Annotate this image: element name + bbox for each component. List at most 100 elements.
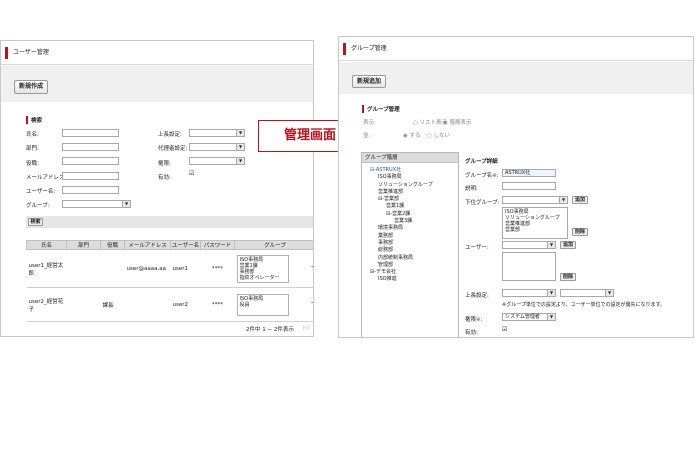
group-name-input[interactable]: ASTRUX社 xyxy=(502,169,556,177)
tree-node[interactable]: 内部統制事務局 xyxy=(362,255,458,262)
user-table: 氏名 部門 役職 メールアドレス ユーザー名 パスワード グループ user1_… xyxy=(26,240,313,322)
cell-name[interactable]: user2_経営花子 xyxy=(26,287,67,322)
username-label: ユーザー名: xyxy=(26,189,56,195)
table-row[interactable]: user2_経営花子 課長 user2 **** ISO事務局 役員 → xyxy=(26,287,313,322)
col-password[interactable]: パスワード xyxy=(200,240,235,250)
group-name-label: グループ名※: xyxy=(465,173,499,179)
tree-node[interactable]: ⊟-営業部 xyxy=(362,196,458,203)
authority-select[interactable]: システム管理者 xyxy=(502,313,556,321)
tree-node[interactable]: 営業3課 xyxy=(362,218,458,225)
sort-yes-radio[interactable]: ◉ する xyxy=(403,131,421,139)
pager-first-icon[interactable]: |◁ xyxy=(303,325,309,331)
sort-no-radio[interactable]: ○ しない xyxy=(427,131,450,139)
sub-group-delete-button[interactable]: 削除 xyxy=(572,228,588,236)
cell-name[interactable]: user1_経営太郎 xyxy=(26,249,67,288)
description-input[interactable] xyxy=(502,182,556,190)
users-delete-button[interactable]: 削除 xyxy=(560,273,576,281)
users-label: ユーザー: xyxy=(465,245,489,251)
valid-label: 有効: xyxy=(465,330,478,336)
row-arrow-icon[interactable]: → xyxy=(311,300,313,306)
cell-department xyxy=(66,249,101,288)
email-input[interactable] xyxy=(62,172,119,180)
group-section-title: グループ管理 xyxy=(362,105,400,113)
tree-node[interactable]: ISO推進 xyxy=(362,276,458,283)
new-add-button[interactable]: 新規追加 xyxy=(352,75,386,88)
row-arrow-icon[interactable]: → xyxy=(311,264,313,270)
superior-select-1[interactable] xyxy=(502,289,556,297)
department-input[interactable] xyxy=(62,143,119,151)
valid-checkbox[interactable]: ☑ xyxy=(189,170,194,177)
position-input[interactable] xyxy=(62,157,119,165)
search-section-title: 検索 xyxy=(26,116,42,124)
tree-node[interactable]: 業務部 xyxy=(362,233,458,240)
tree-node[interactable]: ISO事務局 xyxy=(362,174,458,181)
col-department[interactable]: 部門 xyxy=(66,240,101,250)
authority-label: 権限: xyxy=(158,161,171,167)
tree-node[interactable]: 営業推進部 xyxy=(362,189,458,196)
users-add-button[interactable]: 追加 xyxy=(560,241,576,249)
valid-label: 有効: xyxy=(158,175,171,181)
name-input[interactable] xyxy=(62,129,119,137)
detail-section-title: グループ詳細 xyxy=(465,159,498,165)
department-label: 部門: xyxy=(26,146,39,152)
tree-node[interactable]: ⊟-デモ会社 xyxy=(362,269,458,276)
col-name[interactable]: 氏名 xyxy=(26,240,67,250)
cell-position xyxy=(100,249,125,288)
email-label: メールアドレス: xyxy=(26,175,67,181)
users-list[interactable] xyxy=(502,252,556,281)
superior-select[interactable] xyxy=(189,129,245,137)
description-label: 説明: xyxy=(465,186,478,192)
page-title: グループ管理 xyxy=(339,37,693,61)
col-username[interactable]: ユーザー名 xyxy=(170,240,201,250)
username-input[interactable] xyxy=(62,186,119,194)
group-item: 役員 xyxy=(239,301,250,308)
authority-select[interactable] xyxy=(189,157,245,165)
cell-email: user@aaaa.aa xyxy=(124,249,171,288)
col-position[interactable]: 役職 xyxy=(100,240,125,250)
pager-text: 2件中 1 − 2件表示 xyxy=(246,327,294,333)
tree-view-radio[interactable]: ◉ 階層表示 xyxy=(443,118,472,126)
page-title: ユーザー管理 xyxy=(1,41,313,65)
table-row[interactable]: user1_経営太郎 user@aaaa.aa user1 **** ISO事務… xyxy=(26,249,313,288)
sub-group-select[interactable] xyxy=(502,196,568,204)
group-item: 指紋オペレーター xyxy=(239,274,280,281)
group-list: ISO事務局 営業1課 事務部 指紋オペレーター xyxy=(236,254,289,283)
tree-node[interactable]: 営業1課 xyxy=(362,203,458,210)
proxy-select[interactable] xyxy=(189,143,245,151)
tree-node[interactable]: 事務部 xyxy=(362,240,458,247)
tree-node[interactable]: 環境事務局 xyxy=(362,225,458,232)
cell-password: **** xyxy=(200,249,235,288)
authority-value: システム管理者 xyxy=(505,314,540,320)
list-view-radio[interactable]: ○ リスト表示 xyxy=(413,118,447,126)
new-create-button[interactable]: 新規作成 xyxy=(14,80,48,94)
group-tree: グループ階層 ⊟-ASTRUX社 ISO事務局 ソリューショングループ 営業推進部 ⊟-… xyxy=(361,152,459,337)
search-bar xyxy=(26,216,313,228)
tree-node[interactable]: ⊟-営業2課 xyxy=(362,211,458,218)
sub-group-list[interactable]: ISO事務局 ソリューショングループ 営業推進部 営業部 xyxy=(502,207,568,239)
col-email[interactable]: メールアドレス xyxy=(124,240,171,250)
cell-position: 課長 xyxy=(100,287,125,322)
name-label: 氏名: xyxy=(26,132,39,138)
group-select[interactable] xyxy=(62,200,131,208)
cell-password: **** xyxy=(200,287,235,322)
search-button[interactable]: 検索 xyxy=(28,218,43,226)
valid-checkbox[interactable]: ☑ xyxy=(502,326,507,333)
tree-node[interactable]: 総務部 xyxy=(362,247,458,254)
users-select[interactable] xyxy=(502,241,556,249)
col-group[interactable]: グループ xyxy=(234,240,313,250)
tree-node[interactable]: ソリューショングループ xyxy=(362,182,458,189)
superior-select-2[interactable] xyxy=(560,289,614,297)
user-management-panel: ユーザー管理 新規作成 検索 氏名: 部門: 役職: メールアドレス: ユーザー… xyxy=(0,40,314,337)
tree-node[interactable]: ⊟-ASTRUX社 xyxy=(362,167,458,174)
superior-label: 上長設定: xyxy=(465,293,489,299)
cell-email xyxy=(124,287,171,322)
toolbar xyxy=(339,62,693,94)
group-label: グループ: xyxy=(26,203,50,209)
table-header-row: 氏名 部門 役職 メールアドレス ユーザー名 パスワード グループ xyxy=(26,240,313,250)
cell-username: user2 xyxy=(170,287,201,322)
tree-node-list: ⊟-ASTRUX社 ISO事務局 ソリューショングループ 営業推進部 ⊟-営業部 営業1課… xyxy=(362,163,458,284)
superior-label: 上長設定: xyxy=(158,132,182,138)
sort-label: 並: xyxy=(363,133,371,139)
sub-group-add-button[interactable]: 追加 xyxy=(572,196,588,204)
list-item[interactable]: 営業部 xyxy=(505,227,565,233)
